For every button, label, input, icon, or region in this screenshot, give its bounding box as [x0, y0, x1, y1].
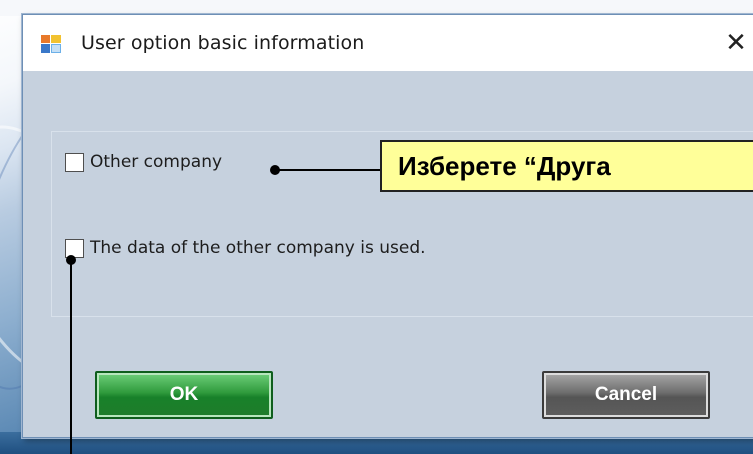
- cancel-button[interactable]: Cancel: [542, 371, 710, 419]
- instruction-callout-text: Изберете “Друга: [398, 151, 611, 181]
- ok-button[interactable]: OK: [95, 371, 273, 419]
- other-company-label[interactable]: Other company: [90, 152, 222, 172]
- use-other-company-data-option[interactable]: The data of the other company is used.: [65, 238, 426, 258]
- close-button[interactable]: ✕: [719, 27, 753, 59]
- dialog-titlebar: User option basic information ✕: [23, 15, 753, 71]
- user-option-dialog: User option basic information ✕ Other co…: [22, 14, 753, 438]
- other-company-option[interactable]: Other company: [65, 152, 222, 172]
- instruction-callout: Изберете “Друга: [380, 140, 753, 192]
- dialog-title: User option basic information: [81, 32, 365, 54]
- close-icon: ✕: [725, 28, 747, 58]
- use-other-company-data-label[interactable]: The data of the other company is used.: [90, 238, 426, 258]
- other-company-checkbox[interactable]: [65, 152, 84, 172]
- callout-connector-line: [275, 169, 381, 171]
- bottom-connector-line: [70, 260, 72, 454]
- app-window-icon: [41, 35, 61, 53]
